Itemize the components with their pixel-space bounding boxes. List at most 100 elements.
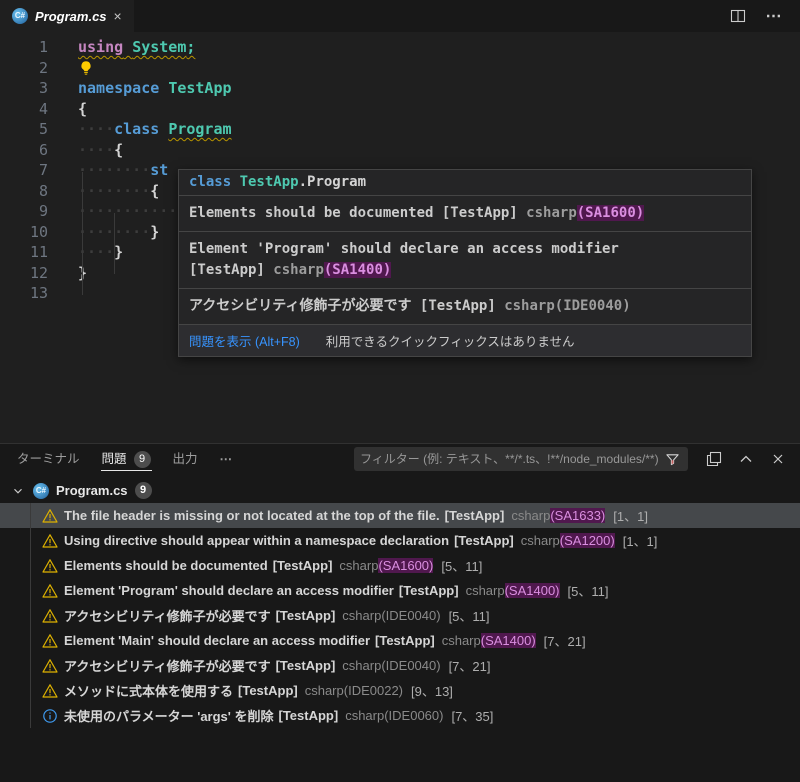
- line-number: 10: [29, 222, 48, 241]
- code-line[interactable]: 4{: [0, 99, 800, 120]
- filter-input[interactable]: [360, 452, 662, 466]
- diagnostic-source: csharp: [273, 262, 324, 278]
- diagnostic-code: (SA1600): [576, 205, 645, 221]
- panel-tab-label: ターミナル: [17, 452, 80, 466]
- code-token: using: [78, 38, 124, 56]
- problem-row[interactable]: Element 'Program' should declare an acce…: [0, 578, 800, 603]
- panel-more-tabs-icon[interactable]: ⋯: [211, 444, 242, 474]
- problem-source: csharp: [345, 708, 385, 723]
- code-line[interactable]: 5 ···· class Program: [0, 119, 800, 140]
- more-actions-icon[interactable]: ⋯: [764, 6, 784, 26]
- diagnostic-code: (IDE0040): [554, 298, 631, 314]
- diagnostic-source: csharp: [526, 205, 577, 221]
- problem-position: [5、11]: [448, 609, 490, 624]
- problem-code: (IDE0040): [381, 608, 441, 623]
- code-text: ········{: [48, 181, 159, 202]
- warning-icon: [42, 658, 58, 674]
- code-text: ····{: [48, 140, 123, 161]
- problem-scope: [TestApp]: [454, 533, 514, 548]
- problem-row[interactable]: アクセシビリティ修飾子が必要です [TestApp] csharp (IDE0040)…: [0, 603, 800, 628]
- bottom-panel: ターミナル 問題 9 出力 ⋯ C# Program.cs 9: [0, 443, 800, 782]
- hover-signature: class TestApp.Program: [179, 170, 751, 196]
- panel-tab-ターミナル[interactable]: ターミナル: [8, 444, 89, 474]
- code-token: st: [150, 161, 169, 179]
- code-token: TestApp: [168, 79, 232, 97]
- panel-action-icons: [704, 449, 788, 469]
- tab-program-cs[interactable]: C# Program.cs ×: [0, 0, 134, 32]
- chevron-down-icon[interactable]: [10, 481, 26, 501]
- restore-panel-icon[interactable]: [704, 449, 724, 469]
- code-token: System: [132, 38, 187, 56]
- problem-row[interactable]: メソッドに式本体を使用する [TestApp] csharp (IDE0022) [9、…: [0, 678, 800, 703]
- problem-code: (IDE0040): [381, 658, 441, 673]
- problem-scope: [TestApp]: [398, 583, 459, 598]
- diagnostic-source: csharp: [504, 298, 555, 314]
- hover-diagnostics: Elements should be documented [TestApp] …: [179, 196, 751, 325]
- code-line[interactable]: 6 ····{: [0, 140, 800, 161]
- code-text: {: [48, 99, 87, 120]
- maximize-panel-icon[interactable]: [736, 449, 756, 469]
- code-line[interactable]: 2: [0, 58, 800, 79]
- close-panel-icon[interactable]: [768, 449, 788, 469]
- problems-filter[interactable]: [354, 447, 688, 471]
- problems-file-group[interactable]: C# Program.cs 9: [0, 478, 800, 503]
- code-editor[interactable]: 1 using System; 2 3 namespace TestApp 4{5 ····…: [0, 32, 800, 443]
- problem-scope: [TestApp]: [375, 633, 435, 648]
- view-problem-link[interactable]: 問題を表示 (Alt+F8): [189, 331, 300, 350]
- code-token: class: [114, 120, 160, 138]
- warning-icon: [42, 533, 58, 549]
- line-number: 3: [38, 79, 48, 97]
- line-number: 11: [29, 243, 48, 261]
- diagnostic-row: アクセシビリティ修飾子が必要です [TestApp] csharp(IDE004…: [179, 289, 751, 325]
- problem-code: (SA1400): [480, 633, 536, 648]
- line-number: 5: [38, 120, 48, 138]
- problem-row[interactable]: 未使用のパラメーター 'args' を削除 [TestApp] csharp (IDE…: [0, 703, 800, 728]
- panel-tab-問題[interactable]: 問題 9: [93, 444, 160, 474]
- split-editor-icon[interactable]: [728, 6, 748, 26]
- problem-message: The file header is missing or not locate…: [64, 508, 440, 523]
- quickfix-hint: 利用できるクイックフィックスはありません: [325, 335, 575, 349]
- problem-message: メソッドに式本体を使用する: [64, 684, 234, 699]
- close-tab-icon[interactable]: ×: [114, 9, 122, 23]
- problem-row[interactable]: アクセシビリティ修飾子が必要です [TestApp] csharp (IDE0040)…: [0, 653, 800, 678]
- lightbulb-icon[interactable]: [78, 60, 94, 76]
- warning-icon: [42, 683, 58, 699]
- problem-position: [7、21]: [543, 634, 586, 649]
- problem-position: [1、1]: [622, 534, 658, 549]
- code-token: .Program: [298, 174, 367, 190]
- problem-row[interactable]: The file header is missing or not locate…: [0, 503, 800, 528]
- problem-row[interactable]: Using directive should appear within a n…: [0, 528, 800, 553]
- file-group-name: Program.cs: [56, 483, 128, 498]
- editor-actions: ⋯: [728, 0, 800, 32]
- indent-guide: [114, 213, 115, 274]
- problem-code: (SA1633): [550, 508, 606, 523]
- panel-tab-label: 問題: [101, 452, 127, 466]
- problem-row[interactable]: Elements should be documented [TestApp] cs…: [0, 553, 800, 578]
- diagnostic-scope: [TestApp]: [189, 262, 274, 278]
- line-number: 2: [38, 58, 48, 77]
- code-line[interactable]: 3 namespace TestApp: [0, 78, 800, 99]
- code-token: }: [150, 222, 160, 241]
- code-token: ;: [186, 38, 196, 56]
- code-text: ········}: [48, 222, 159, 243]
- code-token: ····: [78, 140, 115, 159]
- code-text: ············: [48, 201, 186, 222]
- line-number: 7: [38, 161, 48, 179]
- problem-scope: [TestApp]: [272, 558, 333, 573]
- problem-row[interactable]: Element 'Main' should declare an access …: [0, 628, 800, 653]
- problem-scope: [TestApp]: [444, 508, 505, 523]
- diagnostic-row: Element 'Program' should declare an acce…: [179, 232, 751, 289]
- code-text: using System;: [48, 37, 195, 58]
- diagnostic-message: Element 'Program' should declare an acce…: [189, 241, 619, 257]
- csharp-file-icon: C#: [33, 482, 49, 499]
- code-line[interactable]: 1 using System;: [0, 37, 800, 58]
- filter-funnel-icon[interactable]: [662, 449, 682, 469]
- info-icon: [42, 708, 58, 724]
- line-number: 12: [29, 263, 48, 282]
- problem-scope: [TestApp]: [275, 658, 336, 673]
- problem-code: (IDE0060): [384, 708, 444, 723]
- code-token: {: [150, 181, 160, 200]
- panel-tab-出力[interactable]: 出力: [164, 444, 207, 474]
